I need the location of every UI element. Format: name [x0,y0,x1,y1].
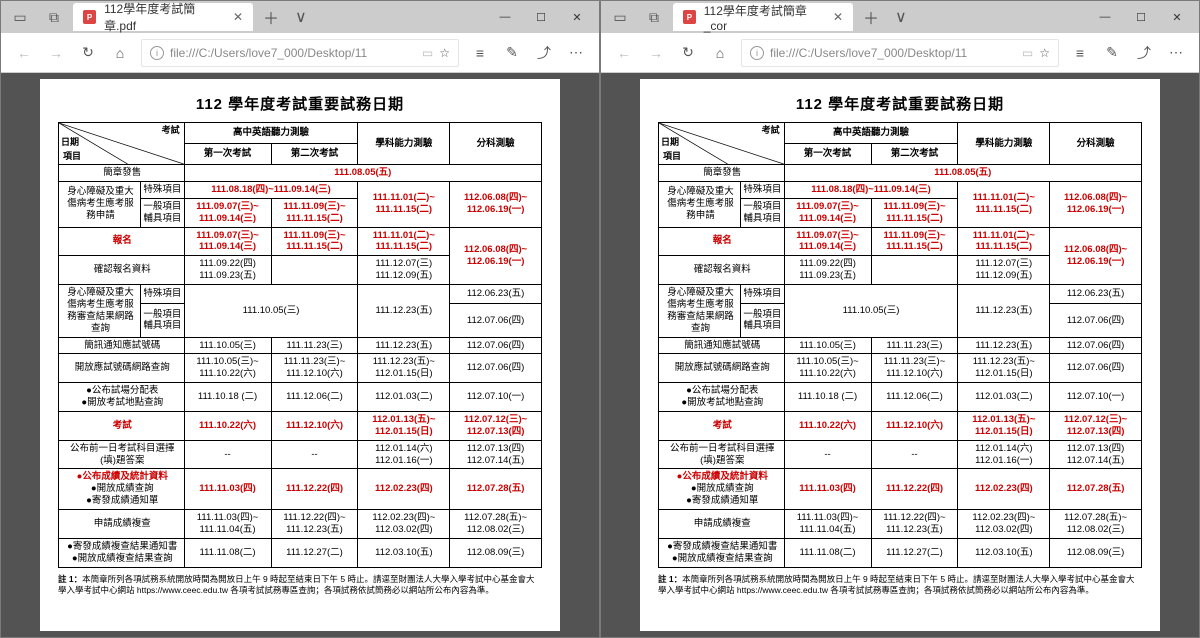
exam-schedule-table: 考試日期項目高中英語聽力測驗學科能力測驗分科測驗 第一次考試第二次考試 簡章發售… [58,122,542,568]
maximize-button[interactable]: ☐ [523,4,559,30]
home-button[interactable]: ⌂ [105,38,135,68]
url-text: file:///C:/Users/love7_000/Desktop/11 [770,46,1016,60]
footnote: 註 1：本簡章所列各項試務系統開放時間為開放日上午 9 時起至結束日下午 5 時… [658,574,1142,597]
reading-mode-icon[interactable]: ▭ [422,46,433,60]
doc-title: 112 學年度考試重要試務日期 [658,93,1142,114]
refresh-button[interactable]: ↻ [73,38,103,68]
address-bar: ← → ↻ ⌂ i file:///C:/Users/love7_000/Des… [1,33,599,73]
minimize-button[interactable]: — [1087,4,1123,30]
close-window-button[interactable]: ✕ [559,4,595,30]
favorite-icon[interactable]: ☆ [1039,46,1050,60]
tab-bar: ▭ ⧉ P 112學年度考試簡章.pdf ✕ ＋ ∨ — ☐ ✕ [1,1,599,33]
hub-icon[interactable]: ≡ [465,38,495,68]
new-tab-button[interactable]: ＋ [857,5,885,29]
tab-menu-icon[interactable]: ∨ [289,7,313,27]
info-icon[interactable]: i [750,46,764,60]
close-tab-icon[interactable]: ✕ [833,10,843,24]
minimize-button[interactable]: — [487,4,523,30]
tab-set-aside-icon[interactable]: ⧉ [39,2,69,32]
back-button[interactable]: ← [609,38,639,68]
tab-bar: ▭ ⧉ P 112學年度考試簡章_cor ✕ ＋ ∨ — ☐ ✕ [601,1,1199,33]
tab-menu-icon[interactable]: ∨ [889,7,913,27]
back-button[interactable]: ← [9,38,39,68]
maximize-button[interactable]: ☐ [1123,4,1159,30]
forward-button[interactable]: → [41,38,71,68]
browser-window: ▭ ⧉ P 112學年度考試簡章.pdf ✕ ＋ ∨ — ☐ ✕ ← → ↻ ⌂… [0,0,600,638]
forward-button[interactable]: → [641,38,671,68]
share-icon[interactable]: ⤴ [1129,38,1159,68]
tab-title: 112學年度考試簡章_cor [704,2,819,33]
browser-tab[interactable]: P 112學年度考試簡章_cor ✕ [673,3,853,31]
hub-icon[interactable]: ≡ [1065,38,1095,68]
pdf-icon: P [83,10,96,24]
url-text: file:///C:/Users/love7_000/Desktop/11 [170,46,416,60]
notes-icon[interactable]: ✎ [497,38,527,68]
new-tab-button[interactable]: ＋ [257,5,285,29]
pdf-viewer[interactable]: 112 學年度考試重要試務日期 考試日期項目高中英語聽力測驗學科能力測驗分科測驗… [1,73,599,637]
more-icon[interactable]: ⋯ [561,38,591,68]
url-input[interactable]: i file:///C:/Users/love7_000/Desktop/11 … [741,39,1059,67]
tab-title: 112學年度考試簡章.pdf [104,0,219,34]
address-bar: ← → ↻ ⌂ i file:///C:/Users/love7_000/Des… [601,33,1199,73]
notes-icon[interactable]: ✎ [1097,38,1127,68]
close-tab-icon[interactable]: ✕ [233,10,243,24]
favorite-icon[interactable]: ☆ [439,46,450,60]
browser-window: ▭ ⧉ P 112學年度考試簡章_cor ✕ ＋ ∨ — ☐ ✕ ← → ↻ ⌂… [600,0,1200,638]
pdf-page: 112 學年度考試重要試務日期 考試日期項目高中英語聽力測驗學科能力測驗分科測驗… [40,79,560,631]
tabs-icon[interactable]: ▭ [605,2,635,32]
exam-schedule-table: 考試日期項目高中英語聽力測驗學科能力測驗分科測驗 第一次考試第二次考試 簡章發售… [658,122,1142,568]
browser-tab[interactable]: P 112學年度考試簡章.pdf ✕ [73,3,253,31]
pdf-page: 112 學年度考試重要試務日期 考試日期項目高中英語聽力測驗學科能力測驗分科測驗… [640,79,1160,631]
close-window-button[interactable]: ✕ [1159,4,1195,30]
reading-mode-icon[interactable]: ▭ [1022,46,1033,60]
doc-title: 112 學年度考試重要試務日期 [58,93,542,114]
more-icon[interactable]: ⋯ [1161,38,1191,68]
share-icon[interactable]: ⤴ [529,38,559,68]
url-input[interactable]: i file:///C:/Users/love7_000/Desktop/11 … [141,39,459,67]
pdf-icon: P [683,10,696,24]
refresh-button[interactable]: ↻ [673,38,703,68]
footnote: 註 1：本簡章所列各項試務系統開放時間為開放日上午 9 時起至結束日下午 5 時… [58,574,542,597]
info-icon[interactable]: i [150,46,164,60]
tabs-icon[interactable]: ▭ [5,2,35,32]
pdf-viewer[interactable]: 112 學年度考試重要試務日期 考試日期項目高中英語聽力測驗學科能力測驗分科測驗… [601,73,1199,637]
tab-set-aside-icon[interactable]: ⧉ [639,2,669,32]
home-button[interactable]: ⌂ [705,38,735,68]
